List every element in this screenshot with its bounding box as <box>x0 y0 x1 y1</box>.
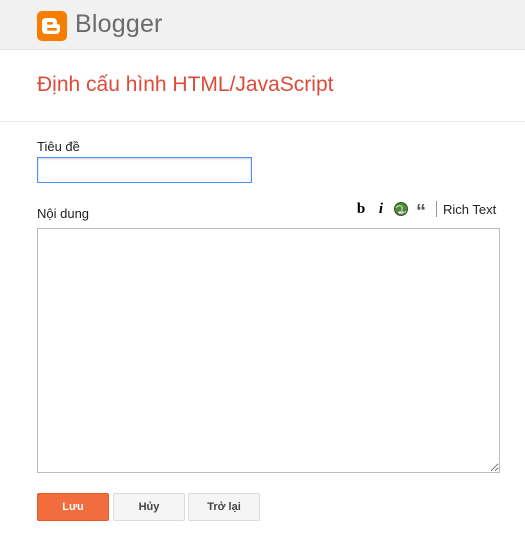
content-label: Nội dung <box>37 206 90 221</box>
top-bar: Blogger <box>0 0 525 50</box>
toolbar-separator <box>436 201 437 217</box>
blogger-logo-icon[interactable] <box>37 11 67 41</box>
blockquote-button[interactable]: “ <box>412 197 430 222</box>
title-label: Tiêu đề <box>37 139 80 154</box>
italic-button[interactable]: i <box>372 200 390 218</box>
content-textarea[interactable] <box>37 228 500 473</box>
divider <box>0 121 525 122</box>
brand-name[interactable]: Blogger <box>75 10 163 39</box>
title-input[interactable] <box>37 157 252 183</box>
link-globe-icon <box>394 202 408 216</box>
rich-text-toggle[interactable]: Rich Text <box>443 202 496 217</box>
save-button[interactable]: Lưu <box>37 493 109 521</box>
bold-button[interactable]: b <box>352 200 370 218</box>
editor-toolbar: b i “ Rich Text <box>352 197 496 223</box>
insert-link-button[interactable] <box>392 200 410 218</box>
back-button[interactable]: Trở lại <box>188 493 260 521</box>
page-title: Định cấu hình HTML/JavaScript <box>37 73 334 96</box>
cancel-button[interactable]: Hủy <box>113 493 185 521</box>
